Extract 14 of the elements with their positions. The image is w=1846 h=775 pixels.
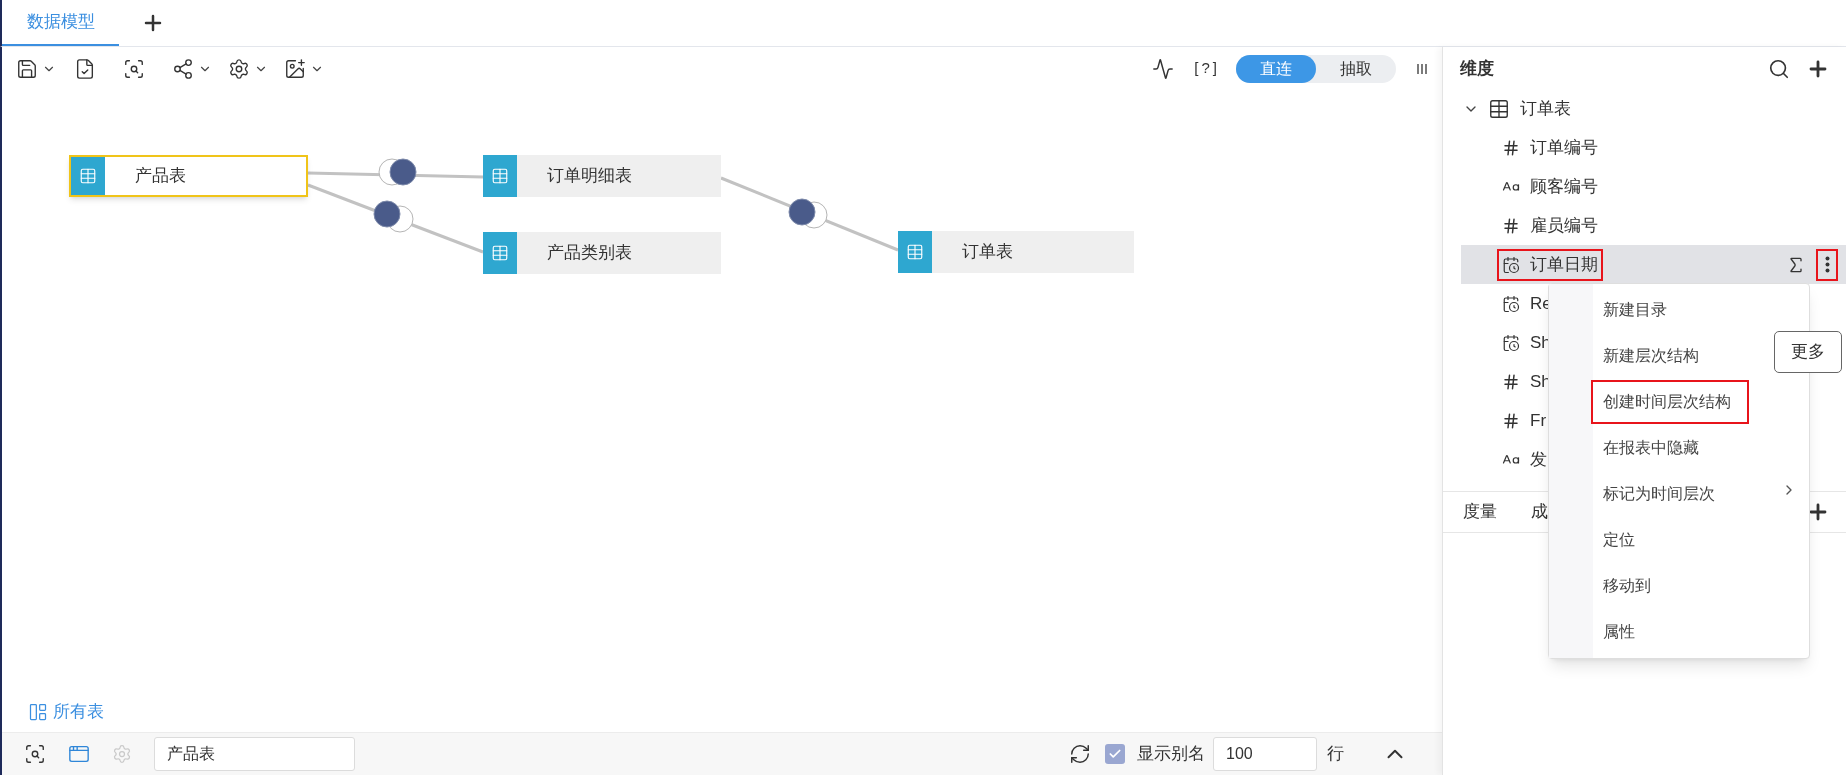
- field-label: 雇员编号: [1530, 214, 1598, 237]
- checkbox-label: 显示别名: [1137, 743, 1205, 766]
- field-label: 订单日期: [1530, 253, 1598, 276]
- field-label: 发: [1530, 448, 1547, 471]
- field-label: 顾客编号: [1530, 175, 1598, 198]
- node-label: 产品表: [135, 165, 186, 188]
- tooltip: 更多: [1774, 331, 1842, 373]
- row-unit-label: 行: [1327, 743, 1344, 766]
- node-label: 订单明细表: [547, 165, 632, 188]
- node-label: 订单表: [962, 241, 1013, 264]
- field-label: 订单编号: [1530, 136, 1598, 159]
- field-label: Fr: [1530, 409, 1547, 432]
- node-label: 产品类别表: [547, 242, 632, 265]
- panel-title: 维度: [1460, 57, 1494, 80]
